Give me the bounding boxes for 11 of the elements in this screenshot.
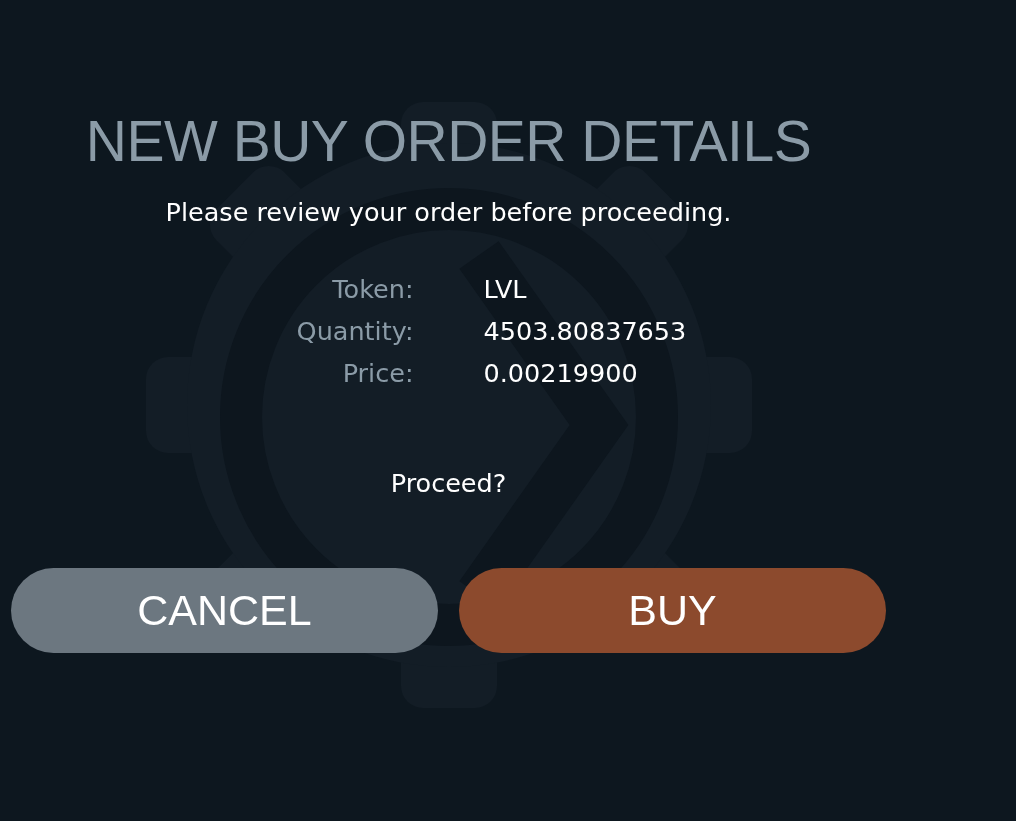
proceed-question: Proceed? bbox=[390, 468, 507, 498]
detail-value: 4503.80837653 bbox=[483, 316, 687, 346]
detail-label: Quantity: bbox=[296, 316, 414, 346]
detail-value: LVL bbox=[483, 274, 527, 304]
review-message: Please review your order before proceeding. bbox=[165, 197, 732, 227]
detail-value: 0.00219900 bbox=[483, 358, 638, 388]
detail-label: Price: bbox=[342, 358, 414, 388]
detail-label: Token: bbox=[332, 274, 414, 304]
dialog-title: NEW BUY ORDER DETAILS bbox=[85, 108, 812, 175]
cancel-button[interactable]: CANCEL bbox=[11, 568, 438, 653]
buy-button[interactable]: BUY bbox=[459, 568, 886, 653]
